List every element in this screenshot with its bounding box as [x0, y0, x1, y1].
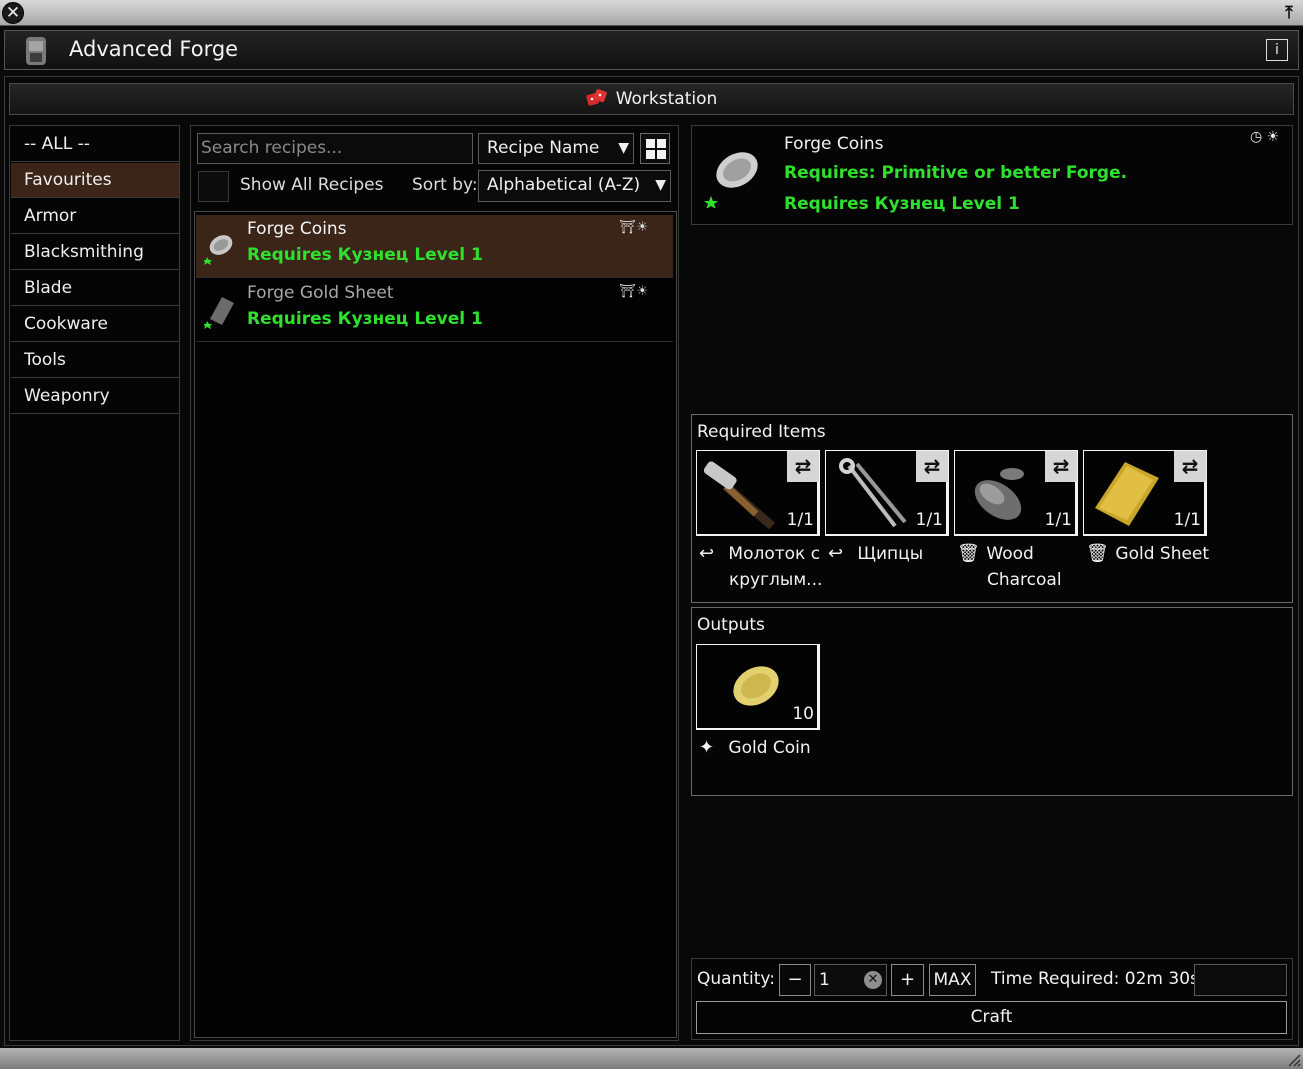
category-weaponry[interactable]: Weaponry: [11, 379, 179, 414]
output-item-label: ✦ Gold Coin: [699, 735, 811, 761]
close-icon[interactable]: ✕: [2, 2, 24, 24]
quantity-label: Quantity:: [697, 969, 775, 989]
window-top-bar: ✕ ⤒: [0, 0, 1303, 26]
swap-icon[interactable]: ⇄: [787, 451, 819, 482]
charcoal-icon: [974, 468, 1024, 520]
category-list: -- ALL -- Favourites Armor Blacksmithing…: [9, 125, 180, 1041]
sort-by-label: Sort by:: [412, 175, 478, 195]
return-icon: ↩: [699, 543, 715, 564]
quantity-max-button[interactable]: MAX: [929, 964, 976, 996]
required-item-slot[interactable]: ⇄ 1/1: [825, 450, 949, 536]
item-count: 1/1: [1044, 510, 1072, 530]
swap-icon[interactable]: ⇄: [1174, 451, 1206, 482]
grid-view-icon[interactable]: [640, 133, 670, 164]
required-item-label: ↩ Молоток с круглым...: [699, 543, 823, 590]
dice-icon: [586, 89, 607, 106]
craft-button[interactable]: Craft: [696, 1001, 1287, 1034]
required-item-label: 🗑 Wood Charcoal: [957, 543, 1062, 590]
tongs-icon: [839, 458, 907, 528]
recipe-row[interactable]: Forge Gold Sheet Requires Кузнец Level 1…: [196, 279, 673, 342]
quantity-minus-button[interactable]: −: [779, 964, 811, 996]
search-input[interactable]: Search recipes...: [197, 133, 473, 164]
output-item-slot[interactable]: 10: [696, 644, 820, 730]
gold-coin-icon: [733, 666, 779, 706]
recipe-name-dropdown-value: Recipe Name: [487, 138, 600, 158]
outputs-title: Outputs: [697, 615, 765, 635]
return-icon: ↩: [828, 543, 844, 564]
recipe-requirement: Requires Кузнец Level 1: [247, 309, 483, 329]
station-daylight-icon: ⛩☀: [619, 220, 650, 235]
sort-dropdown[interactable]: Alphabetical (A-Z) ▼: [478, 170, 671, 202]
category-all[interactable]: -- ALL --: [11, 127, 179, 162]
show-all-label: Show All Recipes: [240, 175, 384, 195]
recipe-requirement: Requires Кузнец Level 1: [247, 245, 483, 265]
trash-icon: 🗑: [1086, 543, 1109, 564]
gold-sheet-icon: [204, 297, 234, 329]
resize-grip-icon[interactable]: [1287, 1053, 1301, 1067]
item-count: 1/1: [915, 510, 943, 530]
forge-icon: [26, 37, 46, 65]
detail-station-requirement: Requires: Primitive or better Forge.: [784, 163, 1128, 183]
recipe-name: Forge Coins: [247, 219, 347, 239]
item-count: 1/1: [1173, 510, 1201, 530]
clear-icon[interactable]: ✕: [864, 971, 882, 989]
chevron-down-icon: ▼: [618, 140, 629, 156]
title-bar: Advanced Forge i: [4, 30, 1299, 70]
trash-icon: 🗑: [957, 543, 980, 564]
required-items-title: Required Items: [697, 422, 826, 442]
item-count: 10: [792, 704, 814, 724]
required-item-slot[interactable]: ⇄ 1/1: [954, 450, 1078, 536]
required-item-slot[interactable]: ⇄ 1/1: [696, 450, 820, 536]
item-count: 1/1: [786, 510, 814, 530]
category-blade[interactable]: Blade: [11, 271, 179, 306]
category-favourites[interactable]: Favourites: [11, 163, 179, 198]
category-tools[interactable]: Tools: [11, 343, 179, 378]
window-title: Advanced Forge: [69, 37, 239, 61]
quantity-input[interactable]: 1 ✕: [814, 964, 887, 996]
required-item-label: ↩ Щипцы: [828, 541, 923, 567]
station-daylight-icon: ⛩☀: [619, 284, 650, 299]
clock-daylight-icon: ◷ ☀: [1250, 129, 1280, 145]
workstation-header: Workstation: [9, 83, 1294, 115]
window-bottom-bar: [0, 1048, 1303, 1069]
category-cookware[interactable]: Cookware: [11, 307, 179, 342]
workstation-label: Workstation: [615, 89, 718, 109]
quantity-value: 1: [819, 970, 830, 990]
category-armor[interactable]: Armor: [11, 199, 179, 234]
required-item-slot[interactable]: ⇄ 1/1: [1083, 450, 1207, 536]
category-blacksmithing[interactable]: Blacksmithing: [11, 235, 179, 270]
info-icon[interactable]: i: [1266, 39, 1288, 61]
silver-coin-icon: [704, 152, 758, 208]
swap-icon[interactable]: ⇄: [1045, 451, 1077, 482]
sparkle-icon: ✦: [699, 737, 715, 758]
show-all-checkbox[interactable]: [198, 171, 229, 202]
silver-coin-icon: [204, 235, 233, 265]
recipe-row[interactable]: Forge Coins Requires Кузнец Level 1 ⛩☀: [196, 215, 673, 278]
recipe-name: Forge Gold Sheet: [247, 283, 394, 303]
swap-icon[interactable]: ⇄: [916, 451, 948, 482]
recipe-name-dropdown[interactable]: Recipe Name ▼: [478, 133, 634, 164]
time-required-box: [1194, 964, 1287, 996]
quantity-plus-button[interactable]: +: [891, 964, 924, 996]
time-required-label: Time Required: 02m 30s: [991, 969, 1199, 989]
chevron-down-icon: ▼: [655, 177, 666, 193]
gold-sheet-icon: [1095, 462, 1159, 526]
detail-recipe-name: Forge Coins: [784, 134, 884, 154]
pin-icon[interactable]: ⤒: [1279, 2, 1299, 24]
hammer-icon: [703, 461, 775, 530]
detail-skill-requirement: Requires Кузнец Level 1: [784, 194, 1020, 214]
required-item-label: 🗑 Gold Sheet: [1086, 541, 1209, 567]
sort-dropdown-value: Alphabetical (A-Z): [487, 175, 641, 195]
